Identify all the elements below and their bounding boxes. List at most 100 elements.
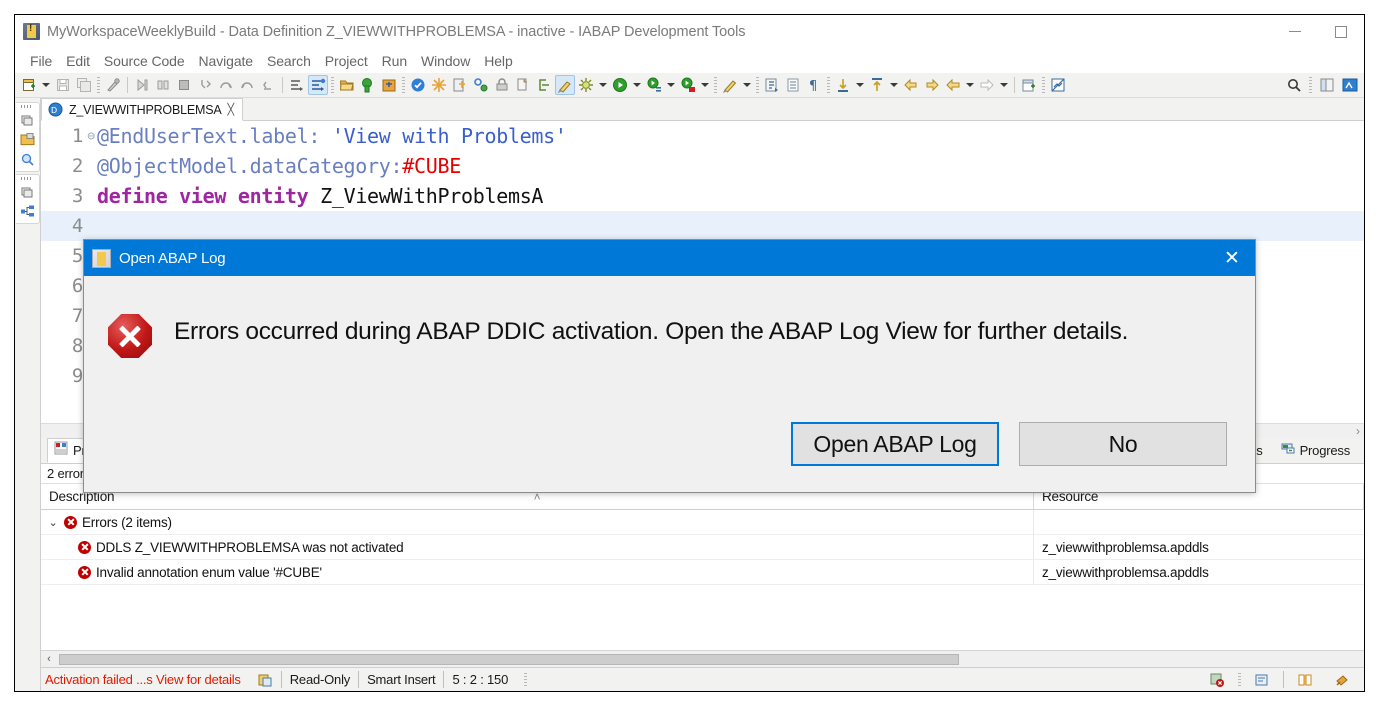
- view-group-grip-icon[interactable]: [21, 105, 33, 108]
- toolbar-grip-4[interactable]: [714, 77, 717, 93]
- menu-edit[interactable]: Edit: [59, 53, 97, 69]
- toolbar-grip[interactable]: [97, 77, 100, 93]
- code-line[interactable]: 1⊖@EndUserText.label: 'View with Problem…: [41, 121, 1364, 151]
- status-error-indicator-icon[interactable]: [1201, 672, 1233, 688]
- prev-annotation-icon[interactable]: [867, 75, 887, 95]
- menu-window[interactable]: Window: [414, 53, 477, 69]
- menu-source-code[interactable]: Source Code: [97, 53, 192, 69]
- table-row[interactable]: Invalid annotation enum value '#CUBE'z_v…: [41, 560, 1364, 585]
- toolbar-grip-5[interactable]: [756, 77, 759, 93]
- check-circle-icon[interactable]: [408, 75, 428, 95]
- stop-icon[interactable]: [174, 75, 194, 95]
- toolbar-grip-6[interactable]: [827, 77, 830, 93]
- lock-icon[interactable]: [492, 75, 512, 95]
- save-all-icon[interactable]: [74, 75, 94, 95]
- paragraph-icon[interactable]: ¶: [804, 75, 824, 95]
- project-explorer-icon[interactable]: [19, 131, 36, 148]
- step-return-icon[interactable]: [237, 75, 257, 95]
- restore-view-icon-2[interactable]: [19, 183, 36, 200]
- back-icon[interactable]: [943, 75, 963, 95]
- no-button[interactable]: No: [1019, 422, 1227, 466]
- minimize-button[interactable]: [1272, 15, 1318, 48]
- import-icon[interactable]: [379, 75, 399, 95]
- drop-to-frame-icon[interactable]: [258, 75, 278, 95]
- toolbar-grip-7[interactable]: [1042, 77, 1045, 93]
- menu-navigate[interactable]: Navigate: [192, 53, 260, 69]
- run-dropdown-icon[interactable]: [631, 75, 643, 95]
- run-step-icon[interactable]: [132, 75, 152, 95]
- run-icon[interactable]: [610, 75, 630, 95]
- outline-view-icon[interactable]: [19, 203, 36, 220]
- view-group-grip-icon-2[interactable]: [21, 177, 33, 180]
- new-object-icon[interactable]: [429, 75, 449, 95]
- copy-object-icon[interactable]: [513, 75, 533, 95]
- prev-annotation-dropdown-icon[interactable]: [888, 75, 900, 95]
- open-declaration-icon[interactable]: [762, 75, 782, 95]
- code-line[interactable]: 3define view entity Z_ViewWithProblemsA: [41, 181, 1364, 211]
- status-pin-icon[interactable]: [1326, 672, 1358, 688]
- debug-config-dropdown-icon[interactable]: [699, 75, 711, 95]
- scrollbar-thumb[interactable]: [59, 654, 959, 665]
- table-row[interactable]: ⌄Errors (2 items): [41, 510, 1364, 535]
- forward-dropdown-icon[interactable]: [998, 75, 1010, 95]
- new-dropdown-icon[interactable]: [40, 75, 52, 95]
- menu-file[interactable]: File: [23, 53, 59, 69]
- menu-search[interactable]: Search: [260, 53, 318, 69]
- format-brush-icon[interactable]: [555, 75, 575, 95]
- menu-project[interactable]: Project: [318, 53, 375, 69]
- link-icon[interactable]: [471, 75, 491, 95]
- maximize-button[interactable]: [1318, 15, 1364, 48]
- table-row[interactable]: DDLS Z_VIEWWITHPROBLEMSA was not activat…: [41, 535, 1364, 560]
- debug-icon[interactable]: [576, 75, 596, 95]
- menu-run[interactable]: Run: [375, 53, 414, 69]
- activate-inactive-icon[interactable]: [308, 75, 328, 95]
- status-transport-icon[interactable]: [249, 668, 281, 691]
- chevron-down-icon[interactable]: ⌄: [47, 516, 59, 529]
- new-icon[interactable]: [19, 75, 39, 95]
- forward-icon[interactable]: [977, 75, 997, 95]
- problems-horizontal-scrollbar[interactable]: ‹: [41, 650, 1364, 667]
- status-notes-icon[interactable]: [1246, 672, 1278, 688]
- restore-view-icon[interactable]: [19, 111, 36, 128]
- run-config-icon[interactable]: [644, 75, 664, 95]
- search-icon[interactable]: [1284, 75, 1304, 95]
- status-book-icon[interactable]: [1289, 672, 1321, 688]
- pencil-dropdown-icon[interactable]: [741, 75, 753, 95]
- fold-marker-icon[interactable]: ⊖: [85, 129, 97, 144]
- open-abap-log-button[interactable]: Open ABAP Log: [791, 422, 999, 466]
- code-line[interactable]: 2@ObjectModel.dataCategory:#CUBE: [41, 151, 1364, 181]
- activate-icon[interactable]: [287, 75, 307, 95]
- back-history-icon[interactable]: [901, 75, 921, 95]
- back-dropdown-icon[interactable]: [964, 75, 976, 95]
- status-grip-2[interactable]: [1238, 673, 1241, 687]
- toolbar-grip-2[interactable]: [331, 77, 334, 93]
- step-into-icon[interactable]: [195, 75, 215, 95]
- run-config-dropdown-icon[interactable]: [665, 75, 677, 95]
- dialog-close-button[interactable]: ✕: [1209, 240, 1255, 276]
- pause-icon[interactable]: [153, 75, 173, 95]
- abap-perspective-icon[interactable]: [1340, 75, 1360, 95]
- menu-help[interactable]: Help: [477, 53, 519, 69]
- next-annotation-dropdown-icon[interactable]: [854, 75, 866, 95]
- compare-icon[interactable]: [534, 75, 554, 95]
- toolbar-grip-8[interactable]: [1309, 77, 1312, 93]
- outline-icon[interactable]: [783, 75, 803, 95]
- toolbar-grip-3[interactable]: [402, 77, 405, 93]
- next-annotation-icon[interactable]: [833, 75, 853, 95]
- tab-progress[interactable]: Progress: [1275, 441, 1356, 460]
- editor-tab-z-viewwithproblemsa[interactable]: D Z_VIEWWITHPROBLEMSA ╳: [41, 98, 243, 121]
- debug-config-icon[interactable]: [678, 75, 698, 95]
- quick-fix-icon[interactable]: [103, 75, 123, 95]
- new-abap-object-icon[interactable]: [450, 75, 470, 95]
- close-icon[interactable]: ╳: [227, 103, 234, 116]
- perspective-switch-icon[interactable]: [1317, 75, 1337, 95]
- forward-history-icon[interactable]: [922, 75, 942, 95]
- save-icon[interactable]: [53, 75, 73, 95]
- perspective-icon[interactable]: [1048, 75, 1068, 95]
- new-window-icon[interactable]: [1019, 75, 1039, 95]
- step-over-icon[interactable]: [216, 75, 236, 95]
- run-as-icon[interactable]: [358, 75, 378, 95]
- abap-search-icon[interactable]: [19, 151, 36, 168]
- pencil-icon[interactable]: [720, 75, 740, 95]
- scroll-left-icon[interactable]: ‹: [41, 653, 57, 665]
